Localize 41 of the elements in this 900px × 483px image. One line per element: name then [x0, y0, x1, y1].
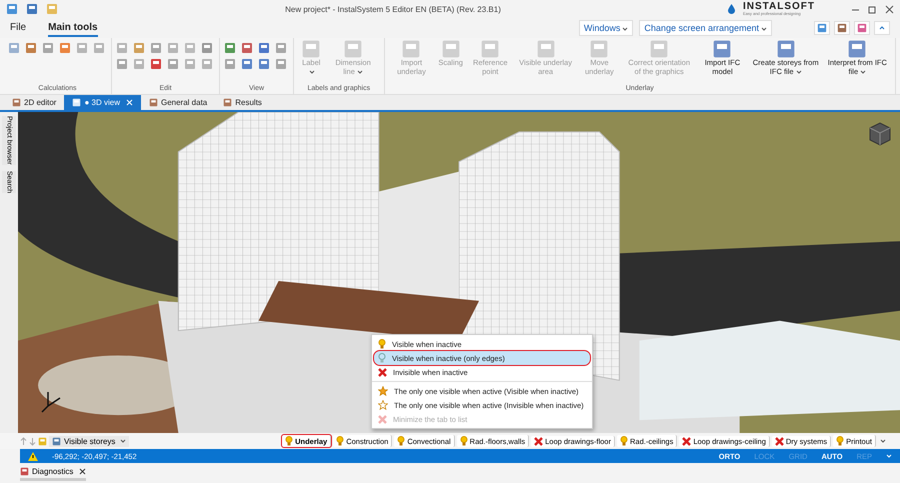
tool-button[interactable]	[834, 21, 850, 35]
document-tab[interactable]: ● 3D view	[64, 95, 141, 110]
cross-icon	[378, 414, 387, 424]
cross-icon	[774, 436, 784, 446]
logo-drop-icon	[728, 4, 735, 14]
bulb-icon	[397, 436, 406, 446]
bulb-icon	[336, 436, 344, 446]
caret-icon	[880, 439, 886, 443]
close-icon[interactable]	[885, 4, 894, 14]
bulb-outline-icon	[378, 353, 386, 363]
dropdown[interactable]: Change screen arrangement	[639, 20, 772, 36]
caret-icon	[622, 27, 628, 31]
cross-icon	[682, 436, 692, 446]
caret-icon	[120, 439, 126, 443]
drop-button[interactable]	[854, 21, 870, 35]
chevron-up-icon	[879, 26, 885, 30]
chevron-down-icon[interactable]	[886, 454, 892, 458]
dropdown[interactable]: Windows	[578, 20, 634, 36]
bulb-icon	[285, 436, 294, 446]
cross-icon	[534, 436, 544, 446]
document-tab[interactable]: Results	[215, 95, 270, 110]
close-icon[interactable]	[79, 468, 86, 475]
collapse-button[interactable]	[874, 21, 890, 35]
star-icon	[378, 386, 388, 396]
bulb-icon	[460, 436, 468, 446]
monitor-button[interactable]	[814, 21, 830, 35]
bulb-icon	[378, 339, 386, 349]
logo-text: INSTALSOFT	[742, 2, 815, 12]
warning-icon	[28, 452, 38, 460]
window-title: New project* - InstalSystem 5 Editor EN (BETA) (Rev. 23.B1)	[284, 4, 502, 14]
restore-icon[interactable]	[868, 4, 877, 14]
storeys-dropdown[interactable]: Visible storeys	[49, 436, 130, 446]
caret-icon	[761, 27, 767, 31]
bulb-icon	[620, 436, 628, 446]
cross-icon	[378, 368, 387, 376]
bulb-icon	[836, 436, 844, 446]
star-icon	[378, 400, 388, 410]
document-tab[interactable]: 2D editor	[4, 95, 64, 110]
panel-tab[interactable]: Diagnostics	[20, 465, 86, 481]
document-tab[interactable]: General data	[140, 95, 216, 110]
menu-tab[interactable]: File	[10, 20, 26, 36]
